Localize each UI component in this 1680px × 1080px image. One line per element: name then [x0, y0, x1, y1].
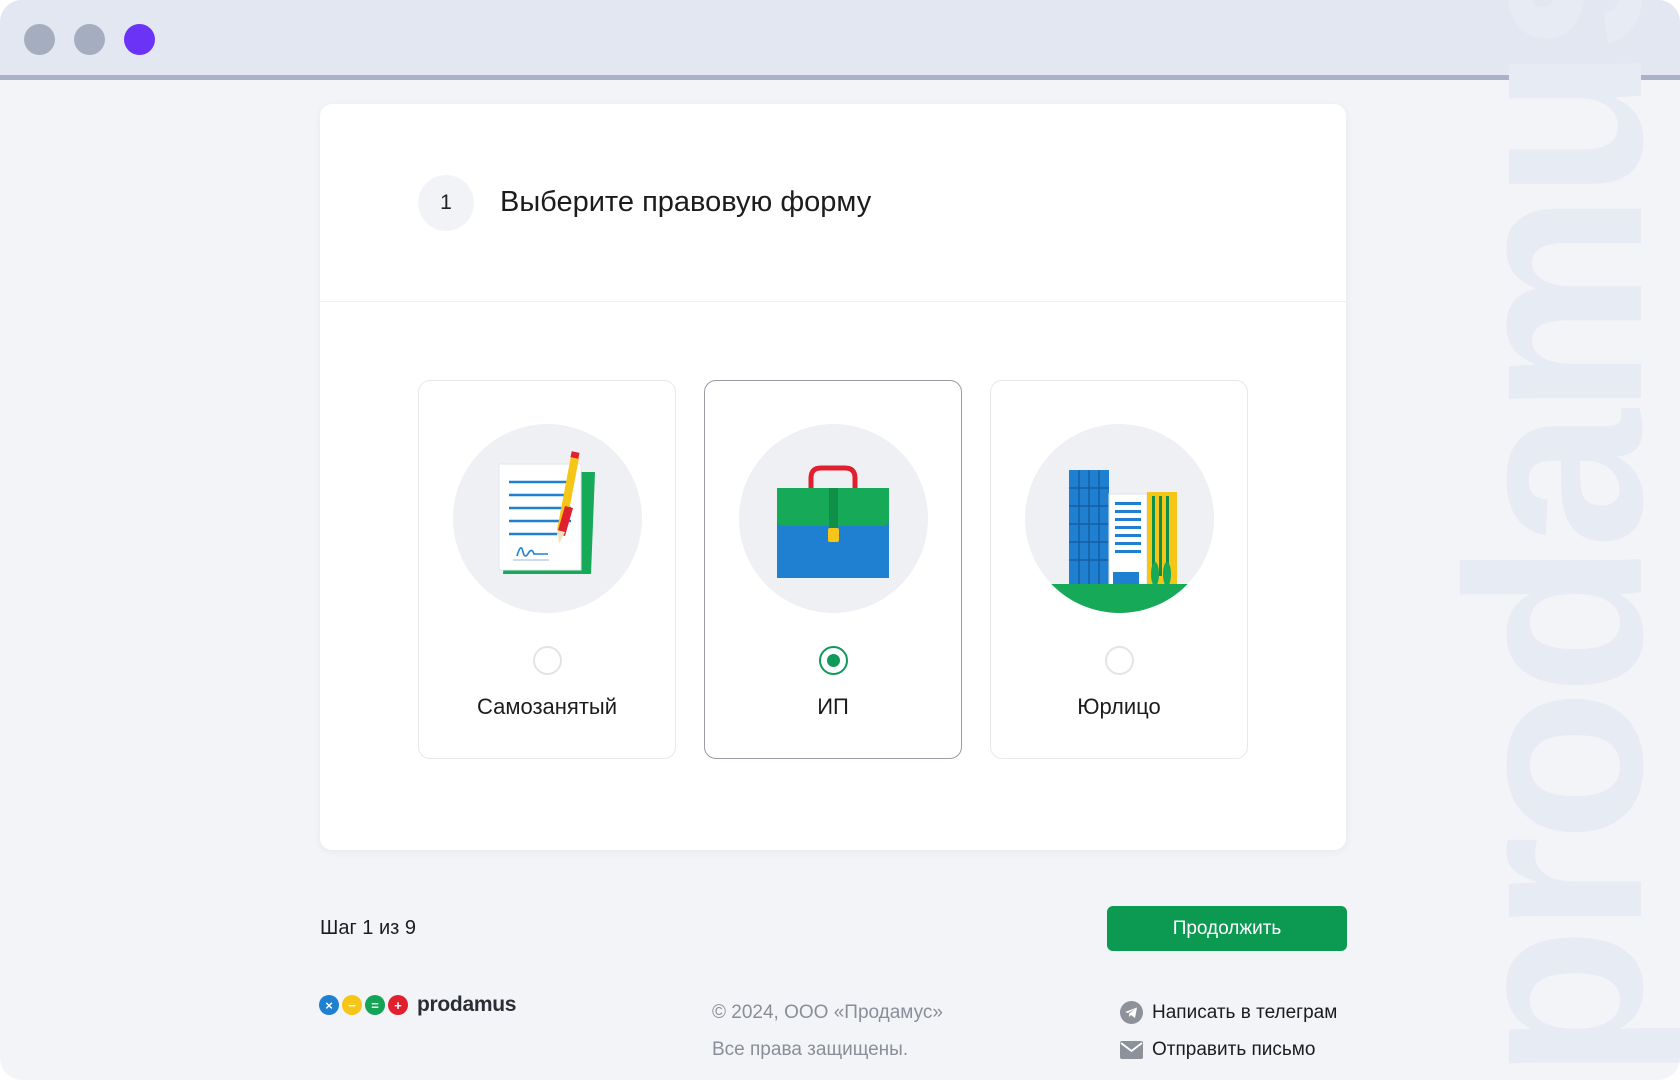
contact-links: Написать в телеграм Отправить письмо: [1120, 994, 1337, 1068]
window-minimize-button[interactable]: [74, 24, 105, 55]
copyright-line: © 2024, ООО «Продамус»: [712, 1002, 943, 1023]
legal-form-card: 1 Выберите правовую форму Самозанятый ИП…: [320, 104, 1346, 850]
telegram-link[interactable]: Написать в телеграм: [1120, 994, 1337, 1031]
logo-text: prodamus: [417, 993, 517, 1016]
continue-button[interactable]: Продолжить: [1107, 906, 1347, 951]
prodamus-logo[interactable]: × − = + prodamus: [319, 993, 516, 1017]
plus-icon: +: [388, 995, 408, 1015]
telegram-link-label: Написать в телеграм: [1152, 1001, 1338, 1023]
option-label: Юрлицо: [1077, 694, 1161, 719]
equals-icon: =: [365, 995, 385, 1015]
window-maximize-button[interactable]: [124, 24, 155, 55]
brand-watermark: prodamus: [1415, 0, 1680, 1080]
email-link[interactable]: Отправить письмо: [1120, 1031, 1337, 1068]
minus-icon: −: [342, 995, 362, 1015]
option-label: ИП: [817, 694, 849, 719]
option-legal-entity[interactable]: Юрлицо: [990, 380, 1248, 759]
briefcase-icon: [739, 424, 928, 613]
page-title: Выберите правовую форму: [500, 186, 872, 218]
rights-line: Все права защищены.: [712, 1039, 909, 1060]
multiply-icon: ×: [319, 995, 339, 1015]
option-individual-entrepreneur[interactable]: ИП: [704, 380, 962, 759]
document-signature-icon: [453, 424, 642, 613]
step-progress-text: Шаг 1 из 9: [320, 917, 417, 939]
step-number-badge: 1: [418, 175, 474, 231]
divider: [320, 301, 1346, 302]
option-label: Самозанятый: [476, 694, 618, 719]
window-titlebar: [0, 0, 1680, 80]
app-window: prodamus 1 Выберите правовую форму Самоз…: [0, 0, 1680, 1080]
envelope-icon: [1120, 1038, 1143, 1061]
copyright: © 2024, ООО «Продамус» Все права защищен…: [712, 994, 943, 1068]
office-buildings-icon: [1025, 424, 1214, 613]
radio-legal-entity[interactable]: [1105, 646, 1134, 675]
email-link-label: Отправить письмо: [1152, 1038, 1316, 1060]
radio-self-employed[interactable]: [533, 646, 562, 675]
telegram-icon: [1120, 1001, 1143, 1024]
radio-individual-entrepreneur[interactable]: [819, 646, 848, 675]
window-close-button[interactable]: [24, 24, 55, 55]
option-self-employed[interactable]: Самозанятый: [418, 380, 676, 759]
